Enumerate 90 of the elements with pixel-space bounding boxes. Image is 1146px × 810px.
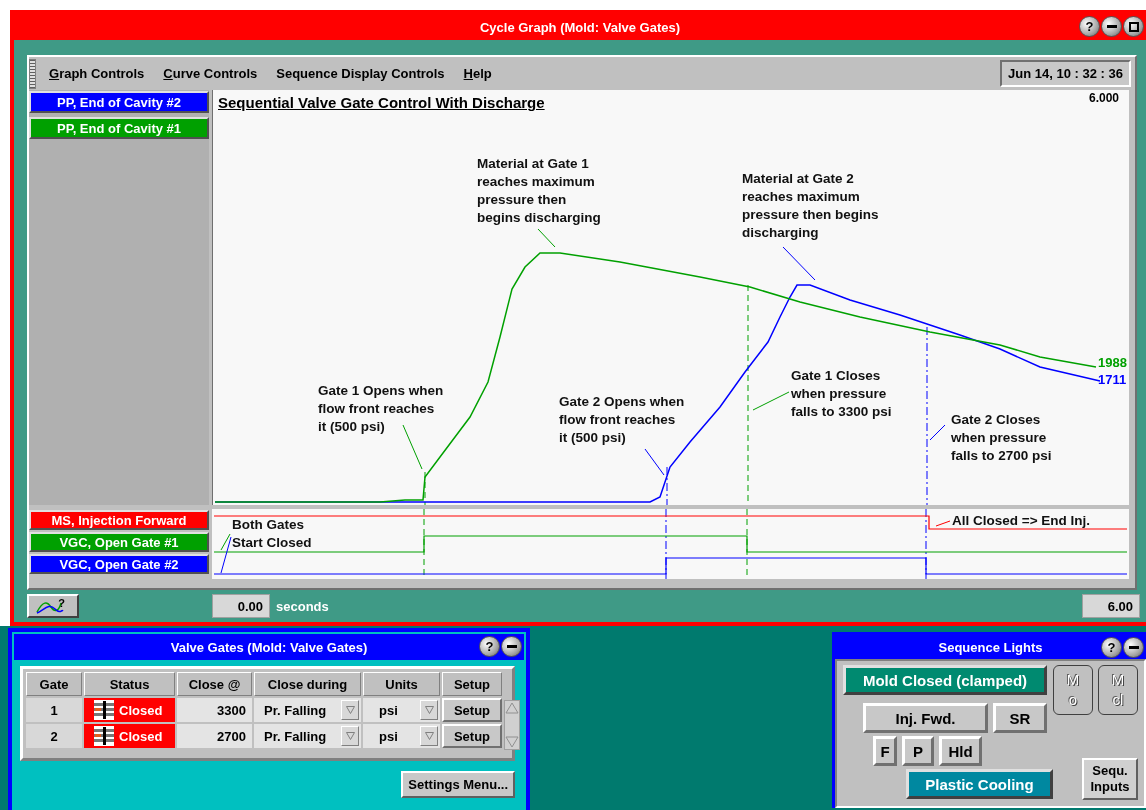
annotation-text: Gate 1 Opens when flow front reaches it (500 psi) — [318, 382, 444, 436]
marker-line — [665, 509, 667, 579]
caret-icon — [424, 732, 434, 740]
sequence-light: Plastic Cooling — [906, 769, 1053, 799]
marker-line — [424, 471, 426, 505]
caret-icon — [345, 732, 355, 740]
dropdown-button[interactable] — [420, 700, 438, 720]
dropdown-button[interactable] — [341, 700, 359, 720]
dash-icon — [506, 644, 517, 649]
signal-label[interactable]: VGC, Open Gate #2 — [29, 554, 209, 574]
time-start-field[interactable]: 0.00 — [212, 594, 270, 618]
status-text: Closed — [119, 702, 163, 718]
valve-icon — [94, 700, 114, 720]
annotation-text: All Closed => End Inj. — [952, 512, 1091, 530]
window-title: Cycle Graph (Mold: Valve Gates) — [479, 19, 681, 35]
sequence-light: P — [902, 736, 934, 766]
annotation-text: Gate 2 Closes when pressure falls to 2700 psi — [951, 411, 1052, 465]
menu-item[interactable]: Graph Controls — [49, 66, 145, 81]
curve-end-value: 1711 — [1098, 371, 1127, 388]
column-header: Setup — [442, 672, 502, 696]
sequence-light: Inj. Fwd. — [863, 703, 988, 733]
leader-line — [537, 228, 556, 248]
curve-label[interactable]: PP, End of Cavity #2 — [29, 91, 209, 113]
column-header: Status — [84, 672, 175, 696]
leader-line — [929, 424, 946, 441]
minimize-button[interactable] — [1101, 16, 1122, 37]
square-icon — [1128, 21, 1139, 32]
settings-menu-button[interactable]: Settings Menu... — [401, 771, 515, 798]
clock-display: Jun 14, 10 : 32 : 36 — [1000, 60, 1131, 87]
setup-button[interactable]: Setup — [442, 724, 502, 748]
leader-line — [935, 520, 951, 527]
maximize-button[interactable] — [1123, 16, 1144, 37]
leader-line — [752, 391, 790, 411]
window-title: Sequence Lights — [938, 639, 1043, 655]
annotation-text: Gate 1 Closes when pressure falls to 3300 psi — [791, 367, 892, 421]
leader-line — [644, 448, 665, 476]
annotation-text: Gate 2 Opens when flow front reaches it (500 psi) — [559, 393, 685, 447]
leader-line — [782, 246, 816, 281]
table-cell: 1 — [26, 698, 82, 722]
menu-item[interactable]: Curve Controls — [163, 66, 258, 81]
valve-icon — [94, 726, 114, 746]
status-indicator: M cl — [1098, 665, 1138, 715]
column-header: Close @ — [177, 672, 252, 696]
sequence-light: SR — [993, 703, 1047, 733]
axis-max-label: 6.000 — [1088, 91, 1119, 105]
sequence-inputs-button[interactable]: Sequ. Inputs — [1082, 758, 1138, 800]
scroll-up-icon — [505, 701, 519, 715]
column-header: Close during — [254, 672, 361, 696]
grip-handle[interactable] — [29, 58, 36, 89]
help-button[interactable]: ? — [1101, 637, 1122, 658]
table-cell: 2 — [26, 724, 82, 748]
caret-icon — [345, 706, 355, 714]
dash-icon — [1106, 24, 1117, 29]
setup-button[interactable]: Setup — [442, 698, 502, 722]
sequence-light: F — [873, 736, 897, 766]
dropdown-value[interactable]: psi — [379, 702, 398, 718]
dash-icon — [1128, 645, 1139, 650]
graph-help-button[interactable]: ? — [27, 594, 79, 618]
help-button[interactable]: ? — [479, 636, 500, 657]
marker-line — [925, 509, 927, 579]
column-header: Units — [363, 672, 440, 696]
leader-line — [402, 424, 423, 470]
annotation-text: Material at Gate 1 reaches maximum pressure then begins discharging — [477, 155, 601, 227]
signal-label[interactable]: MS, Injection Forward — [29, 510, 209, 530]
minimize-button[interactable] — [1123, 637, 1144, 658]
graph-title: Sequential Valve Gate Control With Discharge — [218, 94, 545, 111]
scrollbar[interactable] — [504, 700, 520, 750]
minimize-button[interactable] — [501, 636, 522, 657]
status-indicator: M o — [1053, 665, 1093, 715]
curve-end-value: 1988 — [1098, 354, 1127, 371]
menu-item[interactable]: Help — [463, 66, 492, 81]
marker-line — [666, 466, 668, 505]
table-cell: 2700 — [177, 724, 252, 748]
dropdown-button[interactable] — [341, 726, 359, 746]
sequence-light: Mold Closed (clamped) — [843, 665, 1047, 695]
scroll-down-icon — [505, 735, 519, 749]
dropdown-value[interactable]: psi — [379, 728, 398, 744]
caret-icon — [424, 706, 434, 714]
dropdown-button[interactable] — [420, 726, 438, 746]
sequence-light: Hld — [939, 736, 982, 766]
status-text: Closed — [119, 728, 163, 744]
menu-item[interactable]: Sequence Display Controls — [276, 66, 445, 81]
time-unit-label: seconds — [276, 598, 329, 614]
column-header: Gate — [26, 672, 82, 696]
time-end-field[interactable]: 6.00 — [1082, 594, 1140, 618]
table-cell: 3300 — [177, 698, 252, 722]
help-button[interactable]: ? — [1079, 16, 1100, 37]
annotation-text: Material at Gate 2 reaches maximum pressure then begins discharging — [742, 170, 879, 242]
window-title: Valve Gates (Mold: Valve Gates) — [170, 639, 368, 655]
annotation-text: Both Gates Start Closed — [232, 516, 312, 552]
